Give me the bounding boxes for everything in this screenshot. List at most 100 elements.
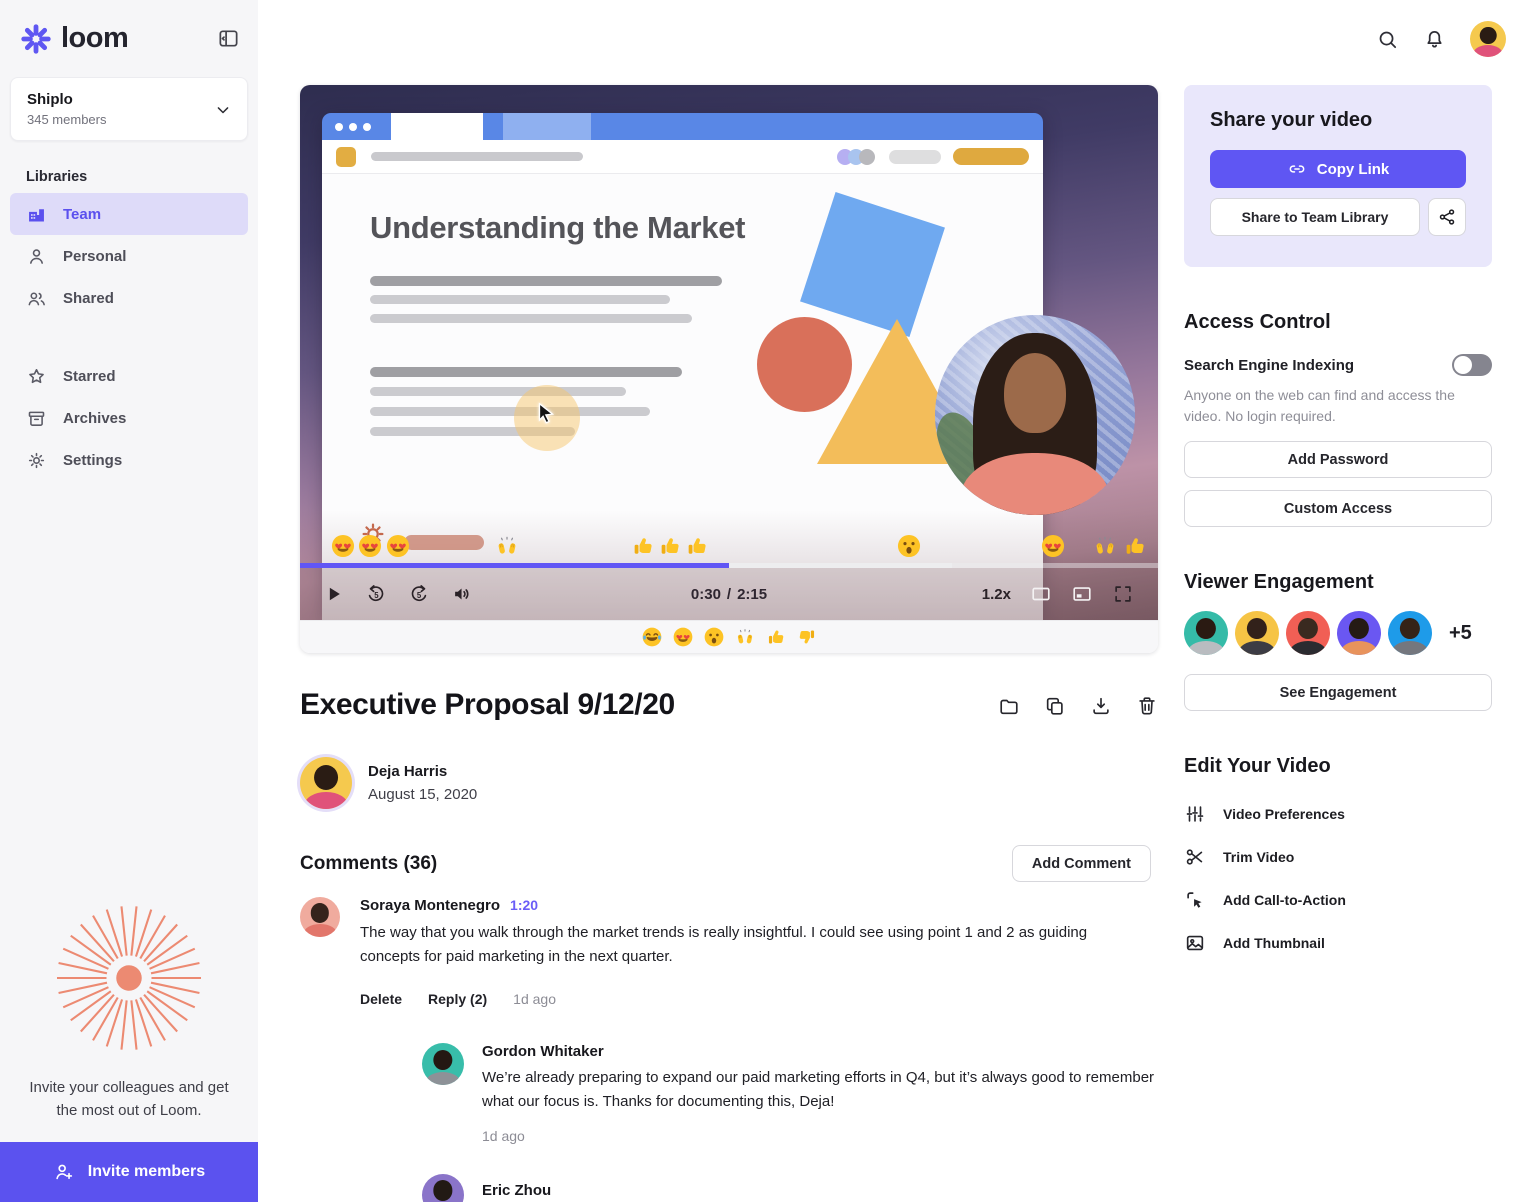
volume-icon[interactable] — [451, 583, 473, 605]
commenter-name: Eric Zhou — [482, 1181, 552, 1199]
access-description: Anyone on the web can find and access th… — [1184, 387, 1455, 424]
playback-speed-button[interactable]: 1.2x — [982, 586, 1011, 603]
reaction-thumbs-down-icon[interactable] — [796, 626, 818, 648]
fullscreen-icon[interactable] — [1112, 583, 1134, 605]
sidebar-item-label: Shared — [63, 289, 114, 307]
trash-icon[interactable] — [1136, 695, 1158, 717]
rewind-5-button[interactable]: 5 — [365, 583, 387, 605]
comment-reply: Gordon Whitaker We’re already preparing … — [422, 1043, 1158, 1144]
reaction-heart-eyes-icon[interactable] — [672, 626, 694, 648]
share-options-button[interactable] — [1428, 198, 1466, 236]
invite-members-button[interactable]: Invite members — [0, 1142, 258, 1202]
play-button[interactable] — [324, 584, 344, 604]
commenter-avatar — [422, 1173, 464, 1202]
timeline-reaction-thumbs-up-icon — [630, 533, 656, 559]
link-icon — [1287, 159, 1307, 179]
comments-section: Comments (36) Add Comment Soraya Montene… — [300, 845, 1158, 1202]
sidebar-item-label: Personal — [63, 247, 127, 265]
share-card: Share your video Copy Link Share to Team… — [1184, 85, 1492, 267]
workspace-member-count: 345 members — [27, 112, 107, 127]
folder-icon[interactable] — [998, 695, 1020, 717]
sidebar-item-personal[interactable]: Personal — [10, 235, 248, 277]
add-thumbnail-item[interactable]: Add Thumbnail — [1184, 921, 1492, 964]
edit-item-label: Trim Video — [1223, 848, 1295, 865]
commenter-name: Gordon Whitaker — [482, 1043, 604, 1061]
sliders-icon — [1184, 803, 1206, 825]
add-comment-button[interactable]: Add Comment — [1011, 845, 1151, 882]
right-panel: Share your video Copy Link Share to Team… — [1184, 85, 1492, 964]
presenter-webcam-bubble — [935, 315, 1135, 515]
sidebar-item-label: Settings — [63, 451, 123, 469]
comment: Soraya Montenegro 1:20 The way that you … — [300, 897, 1158, 1202]
theater-mode-icon[interactable] — [1030, 583, 1052, 605]
video-preferences-item[interactable]: Video Preferences — [1184, 792, 1492, 835]
timeline-reaction-heart-eyes-icon — [385, 533, 411, 559]
sidebar-item-team[interactable]: Team — [10, 193, 248, 235]
timeline-reaction-heart-eyes-icon — [1040, 533, 1066, 559]
sidebar-item-archives[interactable]: Archives — [10, 397, 248, 439]
copy-link-button[interactable]: Copy Link — [1210, 150, 1466, 188]
comment-timestamp-link[interactable]: 1:20 — [510, 897, 538, 913]
video-title: Executive Proposal 9/12/20 — [300, 688, 675, 721]
recorded-cursor — [514, 385, 580, 451]
viewer-avatar[interactable] — [1388, 611, 1432, 655]
add-cta-item[interactable]: Add Call-to-Action — [1184, 878, 1492, 921]
loom-logo-icon — [20, 23, 52, 55]
libraries-label: Libraries — [26, 169, 88, 185]
sidebar-item-starred[interactable]: Starred — [10, 355, 248, 397]
timeline-reaction-wow-icon — [896, 533, 922, 559]
author-info: Deja Harris August 15, 2020 — [300, 757, 477, 809]
commenter-avatar — [300, 897, 340, 937]
image-icon — [1184, 932, 1206, 954]
timeline-reaction-raised-hands-icon — [1092, 533, 1118, 559]
engagement-avatars: +5 — [1184, 611, 1492, 655]
archive-icon — [26, 408, 47, 429]
copy-icon[interactable] — [1044, 695, 1066, 717]
time-current: 0:30 — [690, 585, 721, 603]
loom-app: loom Shiplo 345 members Libraries Team P… — [0, 0, 1536, 1202]
reaction-thumbs-up-icon[interactable] — [765, 626, 787, 648]
share-team-library-button[interactable]: Share to Team Library — [1210, 198, 1420, 236]
see-engagement-button[interactable]: See Engagement — [1184, 674, 1492, 711]
search-icon[interactable] — [1376, 28, 1399, 51]
search-indexing-toggle[interactable] — [1452, 354, 1492, 376]
person-plus-icon — [53, 1161, 75, 1183]
picture-in-picture-icon[interactable] — [1071, 583, 1093, 605]
delete-comment-button[interactable]: Delete — [360, 991, 402, 1007]
sidebar-item-label: Starred — [63, 367, 116, 385]
reaction-wow-icon[interactable] — [703, 626, 725, 648]
workspace-switcher[interactable]: Shiplo 345 members — [10, 77, 248, 141]
comment-age: 1d ago — [482, 1127, 525, 1144]
loom-logo-text: loom — [61, 22, 129, 54]
svg-text:5: 5 — [374, 591, 379, 600]
video-canvas[interactable]: Understanding the Market 5 5 0:30 / 2:15… — [300, 85, 1158, 620]
slide-title: Understanding the Market — [370, 210, 746, 245]
forward-5-button[interactable]: 5 — [408, 583, 430, 605]
commenter-name: Soraya Montenegro — [360, 897, 501, 914]
bell-icon[interactable] — [1423, 28, 1446, 51]
user-avatar[interactable] — [1470, 21, 1506, 57]
viewer-avatar[interactable] — [1235, 611, 1279, 655]
svg-text:5: 5 — [417, 591, 422, 600]
viewer-avatar[interactable] — [1286, 611, 1330, 655]
sidebar-item-settings[interactable]: Settings — [10, 439, 248, 481]
reaction-raised-hands-icon[interactable] — [734, 626, 756, 648]
browser-app-icon — [336, 146, 356, 167]
workspace-name: Shiplo — [27, 91, 73, 108]
chevron-down-icon — [213, 100, 233, 120]
viewer-avatar[interactable] — [1337, 611, 1381, 655]
viewer-avatar[interactable] — [1184, 611, 1228, 655]
comments-heading: Comments (36) — [300, 852, 438, 874]
search-indexing-label: Search Engine Indexing — [1184, 356, 1355, 374]
reaction-joy-icon[interactable] — [641, 626, 663, 648]
sidebar-collapse-icon[interactable] — [217, 27, 240, 50]
reply-button[interactable]: Reply (2) — [428, 991, 487, 1007]
add-password-button[interactable]: Add Password — [1184, 441, 1492, 478]
viewer-engagement-heading: Viewer Engagement — [1184, 571, 1374, 593]
time-separator: / — [726, 585, 732, 603]
download-icon[interactable] — [1090, 695, 1112, 717]
trim-video-item[interactable]: Trim Video — [1184, 835, 1492, 878]
custom-access-button[interactable]: Custom Access — [1184, 490, 1492, 527]
edit-video-heading: Edit Your Video — [1184, 755, 1331, 777]
sidebar-item-shared[interactable]: Shared — [10, 277, 248, 319]
